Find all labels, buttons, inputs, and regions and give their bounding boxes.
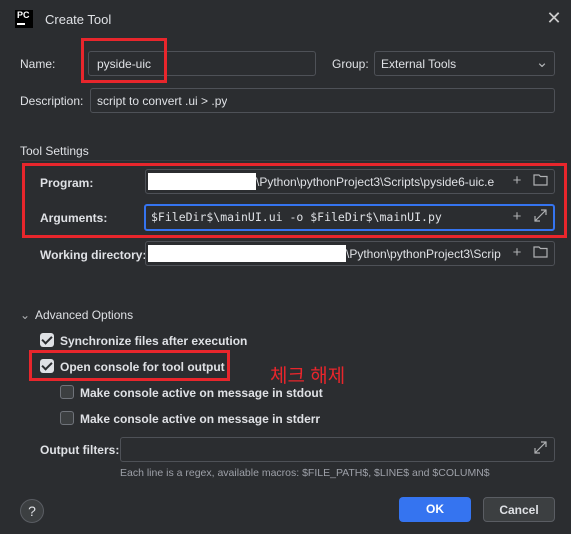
group-label: Group: bbox=[332, 57, 369, 71]
description-value: script to convert .ui > .py bbox=[97, 94, 228, 108]
description-label: Description: bbox=[20, 94, 84, 108]
cancel-button[interactable]: Cancel bbox=[483, 497, 555, 522]
expand-icon[interactable] bbox=[531, 441, 549, 458]
chevron-down-icon[interactable]: ⌄ bbox=[534, 55, 550, 71]
console-highlight-box bbox=[29, 350, 230, 381]
pycharm-logo-icon: PC bbox=[15, 10, 33, 28]
stderr-label[interactable]: Make console active on message in stderr bbox=[80, 412, 320, 426]
output-filters-hint: Each line is a regex, available macros: … bbox=[120, 467, 490, 479]
output-filters-field[interactable] bbox=[120, 437, 555, 462]
stdout-label[interactable]: Make console active on message in stdout bbox=[80, 386, 323, 400]
folder-icon[interactable] bbox=[531, 245, 549, 262]
working-directory-label: Working directory: bbox=[40, 248, 147, 262]
name-label: Name: bbox=[20, 57, 56, 71]
name-value: pyside-uic bbox=[97, 57, 152, 71]
help-button[interactable]: ? bbox=[20, 499, 44, 523]
tool-settings-title: Tool Settings bbox=[20, 144, 89, 158]
dialog-title: Create Tool bbox=[45, 12, 112, 27]
advanced-options-title[interactable]: Advanced Options bbox=[35, 308, 133, 322]
output-filters-label: Output filters: bbox=[40, 443, 120, 457]
sync-checkbox[interactable] bbox=[40, 333, 54, 347]
sync-label[interactable]: Synchronize files after execution bbox=[60, 334, 247, 348]
group-value: External Tools bbox=[381, 57, 457, 71]
stderr-checkbox[interactable] bbox=[60, 411, 74, 425]
chevron-down-icon[interactable]: ⌄ bbox=[18, 307, 32, 323]
plus-icon[interactable]: + bbox=[509, 245, 525, 261]
stdout-checkbox[interactable] bbox=[60, 385, 74, 399]
annotation-text: 체크 해제 bbox=[270, 366, 346, 387]
close-icon[interactable]: ✕ bbox=[545, 9, 563, 27]
redacted-path bbox=[148, 245, 346, 262]
ok-button[interactable]: OK bbox=[399, 497, 471, 522]
section-separator bbox=[20, 160, 555, 161]
working-directory-value: \Python\pythonProject3\Scrip bbox=[346, 247, 501, 261]
program-arguments-highlight-box bbox=[22, 163, 567, 238]
